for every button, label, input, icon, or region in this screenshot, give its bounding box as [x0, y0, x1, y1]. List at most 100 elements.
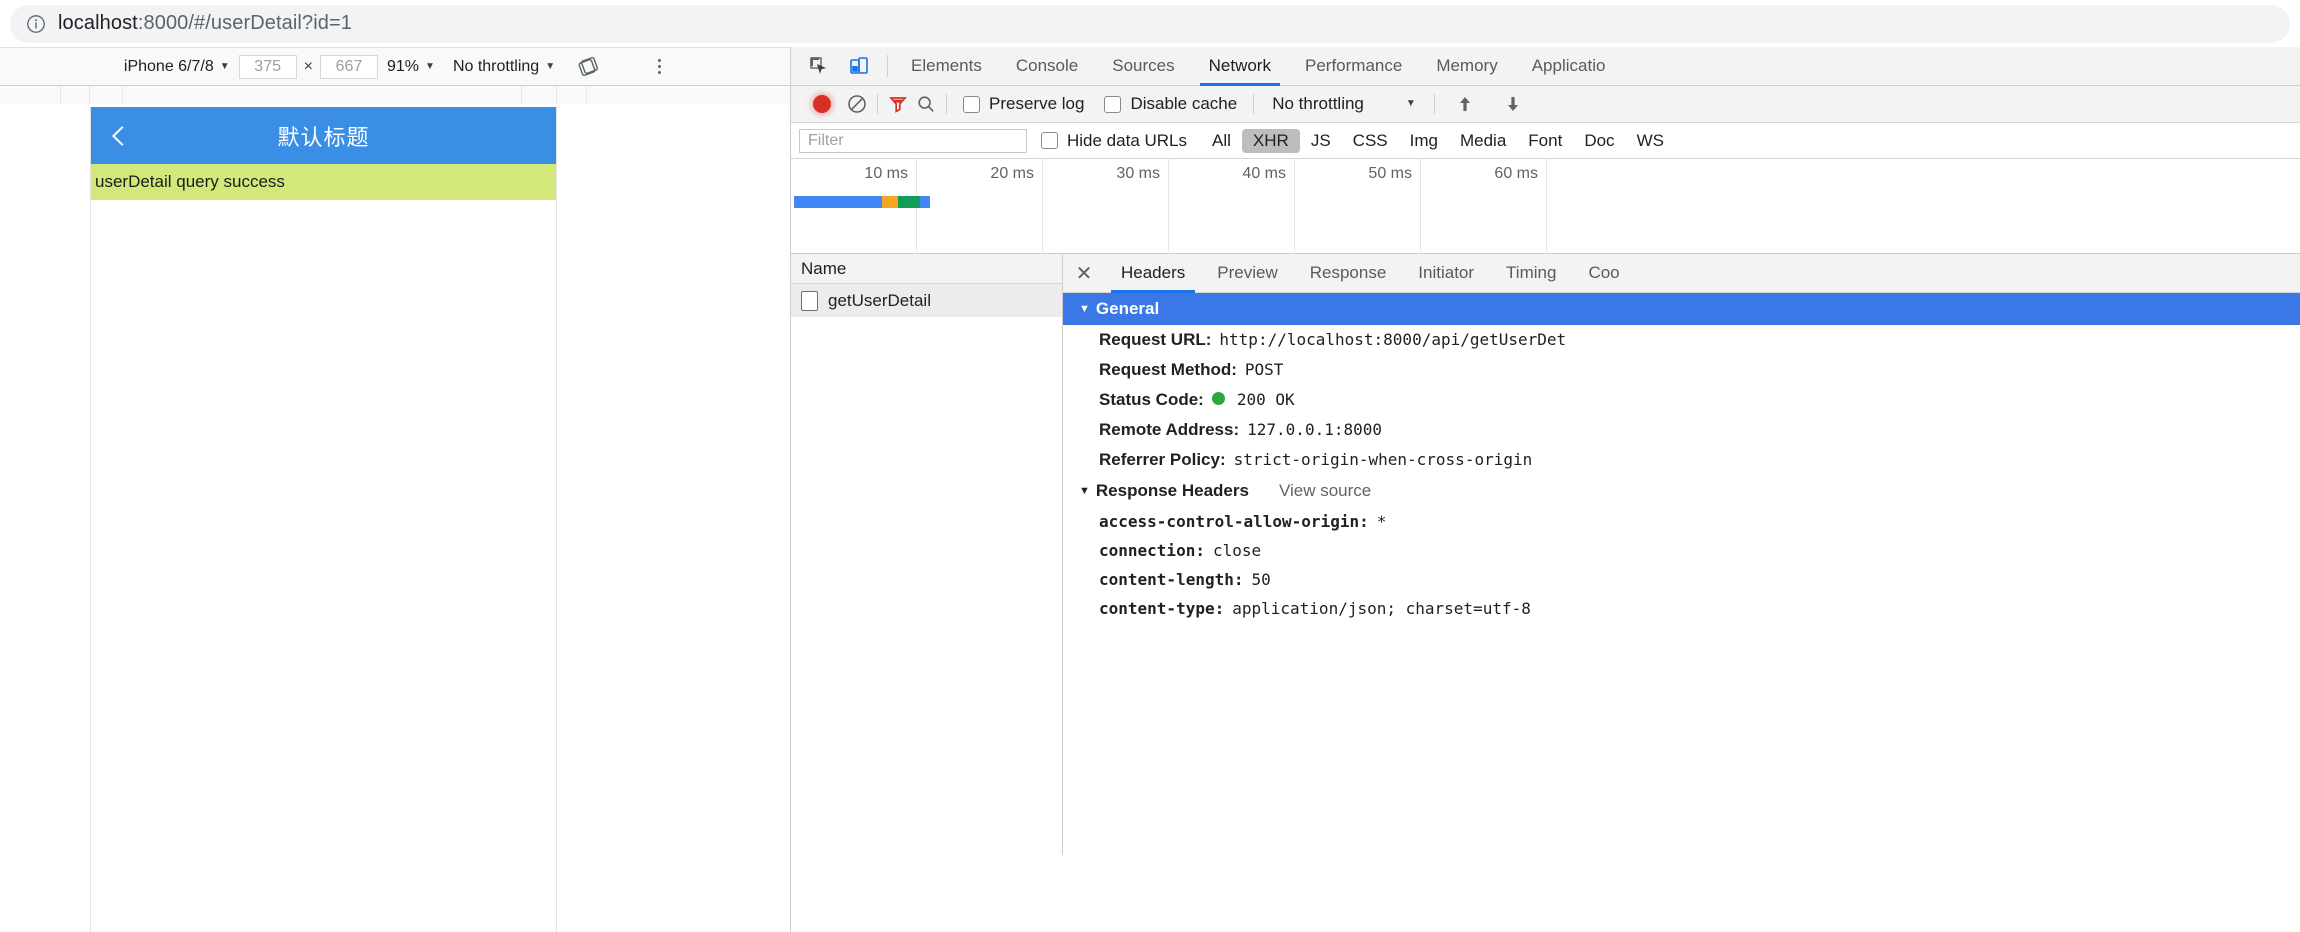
network-timeline[interactable]: 10 ms 20 ms 30 ms 40 ms 50 ms 60 ms	[791, 159, 2300, 254]
hide-data-urls-label: Hide data URLs	[1067, 130, 1188, 150]
disable-cache-checkbox[interactable]: Disable cache	[1094, 94, 1247, 114]
general-row-referrer-policy: Referrer Policy: strict-origin-when-cros…	[1063, 445, 2300, 475]
device-selector[interactable]: iPhone 6/7/8 ▼	[115, 58, 239, 76]
timeline-tick-20ms: 20 ms	[990, 165, 1034, 182]
timeline-tick-40ms: 40 ms	[1242, 165, 1286, 182]
device-toolbar-icon[interactable]	[845, 52, 873, 80]
response-headers-section-header[interactable]: ▼ Response Headers View source	[1063, 475, 2300, 507]
key-label: content-type:	[1099, 599, 1225, 618]
disable-cache-label: Disable cache	[1130, 94, 1238, 113]
filter-chip-all[interactable]: All	[1201, 129, 1242, 153]
preserve-log-label: Preserve log	[989, 94, 1085, 113]
hide-data-urls-checkbox[interactable]: Hide data URLs	[1027, 131, 1201, 151]
info-circle-icon[interactable]	[26, 14, 46, 34]
request-list-header[interactable]: Name	[791, 254, 1062, 284]
inspect-element-icon[interactable]	[805, 52, 833, 80]
filter-chip-media[interactable]: Media	[1449, 129, 1517, 153]
device-emulation-toolbar: iPhone 6/7/8 ▼ 375 × 667 91% ▼ No thrott…	[0, 47, 790, 86]
key-label: Request URL:	[1099, 330, 1212, 349]
filter-chip-img[interactable]: Img	[1399, 129, 1449, 153]
viewport-ruler	[0, 86, 790, 104]
address-bar[interactable]: localhost:8000/#/userDetail?id=1	[10, 4, 2290, 43]
device-name: iPhone 6/7/8	[123, 57, 214, 75]
network-filter-row: Filter Hide data URLs All XHR JS CSS Img…	[791, 123, 2300, 159]
general-row-status-code: Status Code: 200 OK	[1063, 385, 2300, 415]
zoom-selector[interactable]: 91% ▼	[378, 58, 444, 76]
filter-chip-doc[interactable]: Doc	[1573, 129, 1625, 153]
value-text: POST	[1244, 360, 1284, 379]
filter-chip-xhr[interactable]: XHR	[1241, 128, 1300, 153]
tab-sources[interactable]: Sources	[1095, 47, 1191, 85]
page-app-header: 默认标题	[91, 107, 556, 164]
checkbox-box	[963, 95, 980, 113]
search-icon[interactable]	[912, 90, 940, 118]
toolbar-divider	[946, 94, 947, 114]
key-label: connection:	[1099, 541, 1205, 560]
tab-network[interactable]: Network	[1192, 47, 1288, 86]
import-har-icon[interactable]	[1441, 94, 1489, 114]
toolbar-divider	[1253, 94, 1255, 114]
preserve-log-checkbox[interactable]: Preserve log	[953, 94, 1094, 114]
toolbar-divider	[1433, 94, 1435, 114]
chevron-down-icon: ▼	[425, 60, 435, 72]
filter-chip-font[interactable]: Font	[1517, 129, 1573, 153]
throttling-value: No throttling	[1272, 94, 1364, 113]
value-text: strict-origin-when-cross-origin	[1233, 450, 1533, 469]
tab-application[interactable]: Applicatio	[1515, 47, 1623, 85]
status-banner: userDetail query success	[91, 164, 556, 200]
filter-funnel-icon[interactable]	[884, 90, 912, 118]
request-list: Name getUserDetail	[791, 254, 1063, 855]
network-throttling-selector[interactable]: No throttling ▼	[1260, 94, 1428, 114]
timeline-request-bar	[794, 196, 930, 208]
tab-initiator[interactable]: Initiator	[1402, 254, 1490, 292]
table-row[interactable]: getUserDetail	[791, 284, 1062, 317]
status-badge	[1211, 392, 1225, 405]
tab-timing[interactable]: Timing	[1490, 254, 1572, 292]
response-header-row: content-length: 50	[1063, 565, 2300, 594]
tab-performance[interactable]: Performance	[1288, 47, 1419, 85]
url-path: :8000/#/userDetail?id=1	[137, 12, 352, 34]
rotate-device-icon[interactable]	[564, 55, 612, 79]
request-name: getUserDetail	[828, 290, 931, 310]
emulated-viewport: 默认标题 userDetail query success	[0, 86, 790, 932]
network-toolbar: Preserve log Disable cache No throttling…	[791, 86, 2300, 123]
page-title: 默认标题	[277, 124, 370, 150]
headers-content: ▼ General Request URL: http://localhost:…	[1063, 293, 2300, 855]
detail-tabbar: ✕ Headers Preview Response Initiator Tim…	[1063, 254, 2300, 293]
viewport-height-input[interactable]: 667	[320, 54, 378, 79]
filter-chip-js[interactable]: JS	[1300, 129, 1342, 153]
filter-input[interactable]: Filter	[799, 128, 1027, 153]
devtools-tabs: Elements Console Sources Network Perform…	[894, 47, 1623, 86]
export-har-icon[interactable]	[1489, 94, 1537, 114]
tab-headers[interactable]: Headers	[1105, 254, 1201, 293]
checkbox-box	[1104, 95, 1122, 113]
view-source-link[interactable]: View source	[1279, 481, 1371, 501]
kebab-menu-icon[interactable]	[612, 59, 675, 74]
tab-console[interactable]: Console	[999, 47, 1095, 85]
key-label: Referrer Policy:	[1099, 450, 1226, 469]
clear-icon[interactable]	[843, 90, 871, 118]
value-text: http://localhost:8000/api/getUserDet	[1219, 330, 1567, 349]
record-button[interactable]	[813, 95, 831, 113]
tab-memory[interactable]: Memory	[1419, 47, 1514, 85]
checkbox-box	[1041, 132, 1058, 149]
resource-type-filters: All XHR JS CSS Img Media Font Doc WS	[1201, 128, 1675, 153]
tab-preview[interactable]: Preview	[1201, 254, 1293, 292]
value-text: 127.0.0.1:8000	[1247, 420, 1382, 439]
tab-elements[interactable]: Elements	[894, 47, 999, 85]
back-chevron-icon[interactable]	[112, 125, 132, 146]
general-row-remote-address: Remote Address: 127.0.0.1:8000	[1063, 415, 2300, 445]
dimension-separator: ×	[303, 57, 313, 75]
filter-chip-css[interactable]: CSS	[1342, 129, 1399, 153]
request-detail-panel: ✕ Headers Preview Response Initiator Tim…	[1063, 254, 2300, 855]
value-text: close	[1212, 541, 1262, 560]
tab-cookies[interactable]: Coo	[1572, 254, 1635, 292]
filter-chip-ws[interactable]: WS	[1626, 129, 1675, 153]
viewport-width-input[interactable]: 375	[238, 54, 297, 79]
throttling-selector[interactable]: No throttling ▼	[444, 58, 564, 76]
throttling-value: No throttling	[452, 57, 540, 75]
close-icon[interactable]: ✕	[1063, 254, 1105, 292]
devtools-panel: Elements Console Sources Network Perform…	[790, 47, 2300, 932]
tab-response[interactable]: Response	[1294, 254, 1403, 292]
general-section-header[interactable]: ▼ General	[1063, 293, 2300, 325]
